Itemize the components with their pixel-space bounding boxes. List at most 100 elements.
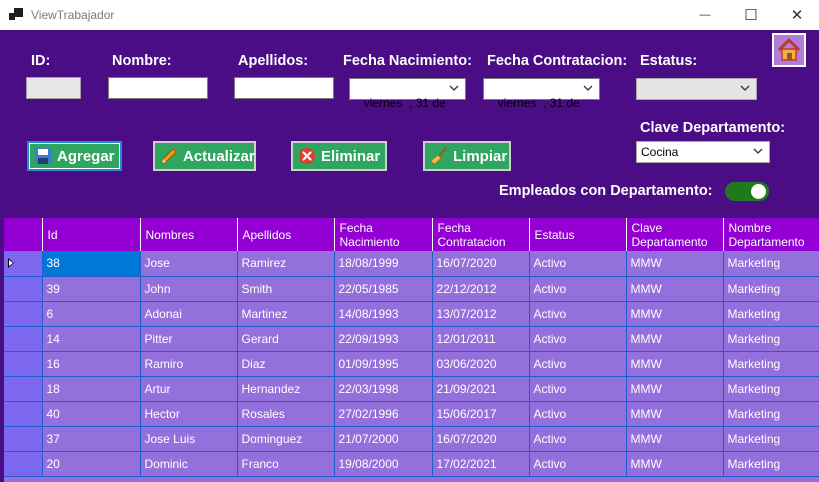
table-cell[interactable]: 16/07/2020 bbox=[432, 251, 530, 277]
table-cell[interactable]: 03/06/2020 bbox=[432, 351, 530, 377]
table-cell[interactable]: Activo bbox=[529, 351, 627, 377]
table-cell[interactable]: Hector bbox=[140, 401, 238, 427]
table-cell[interactable]: Ramirez bbox=[237, 251, 335, 277]
row-header[interactable] bbox=[4, 401, 43, 427]
table-cell[interactable]: 18 bbox=[42, 376, 141, 402]
column-header[interactable]: Id bbox=[42, 218, 141, 251]
table-cell[interactable]: Dominic bbox=[140, 451, 238, 477]
table-cell[interactable]: 16/07/2020 bbox=[432, 426, 530, 452]
agregar-button[interactable]: Agregar bbox=[27, 141, 122, 171]
table-cell[interactable]: MMW bbox=[626, 451, 724, 477]
table-row[interactable]: 18 Artur Hernandez 22/03/1998 21/09/2021 Acti… bbox=[4, 376, 819, 402]
table-cell[interactable]: Ramiro bbox=[140, 351, 238, 377]
table-cell[interactable]: 38 bbox=[42, 251, 141, 277]
table-cell[interactable]: 16 bbox=[42, 351, 141, 377]
table-row[interactable]: 20 Dominic Franco 19/08/2000 17/02/2021 Activ… bbox=[4, 451, 819, 477]
table-cell[interactable]: 22/03/1998 bbox=[334, 376, 433, 402]
limpiar-button[interactable]: Limpiar bbox=[423, 141, 511, 171]
row-header[interactable] bbox=[4, 326, 43, 352]
minimize-button[interactable]: — bbox=[682, 0, 728, 30]
table-cell[interactable]: Jose bbox=[140, 251, 238, 277]
table-cell[interactable]: Smith bbox=[237, 276, 335, 302]
table-cell[interactable]: Activo bbox=[529, 276, 627, 302]
estatus-select[interactable] bbox=[636, 78, 757, 100]
table-cell[interactable]: 21/09/2021 bbox=[432, 376, 530, 402]
row-header[interactable] bbox=[4, 426, 43, 452]
row-header[interactable] bbox=[4, 451, 43, 477]
table-row[interactable]: 40 Hector Rosales 27/02/1996 15/06/2017 Activ… bbox=[4, 401, 819, 427]
table-row[interactable]: 39 John Smith 22/05/1985 22/12/2012 Activo MMW… bbox=[4, 276, 819, 302]
table-cell[interactable]: 14/08/1993 bbox=[334, 301, 433, 327]
table-cell[interactable]: Activo bbox=[529, 326, 627, 352]
row-header[interactable] bbox=[4, 276, 43, 302]
fecha-nacimiento-picker[interactable]: viernes , 31 de bbox=[349, 78, 466, 110]
table-cell[interactable]: Franco bbox=[237, 451, 335, 477]
table-cell[interactable]: Martinez bbox=[237, 301, 335, 327]
table-cell[interactable]: Dominguez bbox=[237, 426, 335, 452]
table-cell[interactable]: Rosales bbox=[237, 401, 335, 427]
table-cell[interactable]: Marketing bbox=[723, 326, 819, 352]
column-header[interactable]: Apellidos bbox=[237, 218, 335, 251]
table-cell[interactable]: Marketing bbox=[723, 376, 819, 402]
table-cell[interactable]: MMW bbox=[626, 276, 724, 302]
departamento-toggle[interactable] bbox=[725, 182, 769, 201]
table-cell[interactable]: MMW bbox=[626, 301, 724, 327]
home-button[interactable] bbox=[772, 33, 806, 67]
table-cell[interactable]: 13/07/2012 bbox=[432, 301, 530, 327]
nombre-field[interactable] bbox=[108, 77, 208, 99]
table-cell[interactable]: Gerard bbox=[237, 326, 335, 352]
table-cell[interactable]: MMW bbox=[626, 426, 724, 452]
table-cell[interactable]: Marketing bbox=[723, 351, 819, 377]
close-button[interactable]: ✕ bbox=[774, 0, 819, 30]
table-cell[interactable]: 39 bbox=[42, 276, 141, 302]
table-cell[interactable]: Activo bbox=[529, 251, 627, 277]
column-header[interactable]: Nombres bbox=[140, 218, 238, 251]
table-row[interactable]: 6 Adonai Martinez 14/08/1993 13/07/2012 Activ… bbox=[4, 301, 819, 327]
table-cell[interactable]: Activo bbox=[529, 376, 627, 402]
table-row[interactable]: 38 Jose Ramirez 18/08/1999 16/07/2020 Activo M… bbox=[4, 251, 819, 277]
table-row[interactable]: 14 Pitter Gerard 22/09/1993 12/01/2011 Activo… bbox=[4, 326, 819, 352]
table-row[interactable]: 16 Ramiro Diaz 01/09/1995 03/06/2020 Activo MM… bbox=[4, 351, 819, 377]
table-cell[interactable]: 40 bbox=[42, 401, 141, 427]
table-cell[interactable]: Artur bbox=[140, 376, 238, 402]
table-cell[interactable]: Marketing bbox=[723, 251, 819, 277]
table-cell[interactable]: John bbox=[140, 276, 238, 302]
table-cell[interactable]: Activo bbox=[529, 451, 627, 477]
table-cell[interactable]: Marketing bbox=[723, 451, 819, 477]
table-cell[interactable]: 37 bbox=[42, 426, 141, 452]
table-cell[interactable]: 01/09/1995 bbox=[334, 351, 433, 377]
row-header[interactable] bbox=[4, 351, 43, 377]
column-header[interactable]: Fecha Nacimiento bbox=[334, 218, 433, 251]
table-cell[interactable]: Activo bbox=[529, 301, 627, 327]
maximize-button[interactable]: ☐ bbox=[728, 0, 774, 30]
column-header[interactable]: Estatus bbox=[529, 218, 627, 251]
table-cell[interactable]: 6 bbox=[42, 301, 141, 327]
table-cell[interactable]: MMW bbox=[626, 376, 724, 402]
table-cell[interactable]: Adonai bbox=[140, 301, 238, 327]
table-cell[interactable]: Hernandez bbox=[237, 376, 335, 402]
clave-departamento-select[interactable]: Cocina bbox=[636, 141, 770, 163]
table-cell[interactable]: Marketing bbox=[723, 426, 819, 452]
table-cell[interactable]: Activo bbox=[529, 401, 627, 427]
table-cell[interactable]: Jose Luis bbox=[140, 426, 238, 452]
table-cell[interactable]: 15/06/2017 bbox=[432, 401, 530, 427]
table-cell[interactable]: 22/12/2012 bbox=[432, 276, 530, 302]
row-header[interactable] bbox=[4, 251, 43, 277]
table-cell[interactable]: Pitter bbox=[140, 326, 238, 352]
table-cell[interactable]: MMW bbox=[626, 351, 724, 377]
table-cell[interactable]: 27/02/1996 bbox=[334, 401, 433, 427]
row-header[interactable] bbox=[4, 376, 43, 402]
table-cell[interactable]: Marketing bbox=[723, 401, 819, 427]
table-cell[interactable]: Diaz bbox=[237, 351, 335, 377]
table-row[interactable]: 37 Jose Luis Dominguez 21/07/2000 16/07/2020… bbox=[4, 426, 819, 452]
column-header[interactable]: Fecha Contratacion bbox=[432, 218, 530, 251]
table-cell[interactable]: 21/07/2000 bbox=[334, 426, 433, 452]
table-cell[interactable]: MMW bbox=[626, 401, 724, 427]
table-cell[interactable]: Marketing bbox=[723, 301, 819, 327]
table-cell[interactable]: Activo bbox=[529, 426, 627, 452]
table-cell[interactable]: MMW bbox=[626, 251, 724, 277]
table-cell[interactable]: 14 bbox=[42, 326, 141, 352]
apellidos-field[interactable] bbox=[234, 77, 334, 99]
table-cell[interactable]: 12/01/2011 bbox=[432, 326, 530, 352]
table-cell[interactable]: 20 bbox=[42, 451, 141, 477]
